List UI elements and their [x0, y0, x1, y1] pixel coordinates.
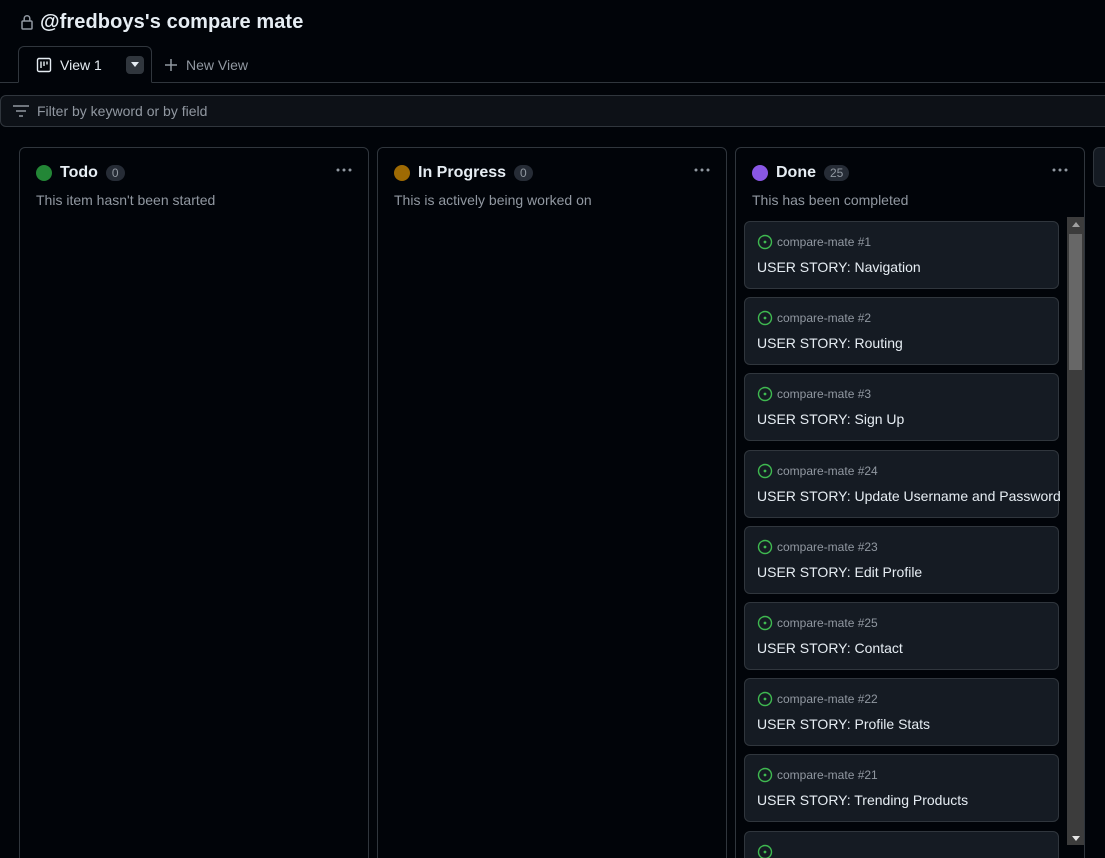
kebab-horizontal-icon: [1052, 168, 1068, 172]
card-meta: compare-mate #22: [757, 691, 878, 707]
new-view-label: New View: [186, 56, 248, 73]
issue-opened-icon: [757, 844, 773, 858]
board-icon: [36, 57, 52, 72]
card-repo-number: compare-mate #22: [777, 692, 878, 706]
view-tabs: View 1 New View: [0, 46, 1105, 83]
project-title: @fredboys's compare mate: [40, 10, 304, 33]
project-board-page: @fredboys's compare mate View 1 New View…: [0, 0, 1105, 858]
column-todo: Todo 0 This item hasn't been started: [19, 147, 369, 858]
issue-opened-icon: [757, 386, 773, 402]
card-repo-number: compare-mate #21: [777, 768, 878, 782]
issue-card[interactable]: compare-mate #24 USER STORY: Update User…: [744, 450, 1060, 518]
issue-card[interactable]: compare-mate #1 USER STORY: Navigation: [744, 221, 1059, 289]
status-dot-icon: [36, 165, 52, 181]
issue-card[interactable]: [744, 831, 1059, 858]
filter-input[interactable]: [37, 103, 637, 119]
column-count: 0: [105, 165, 125, 181]
card-meta: compare-mate #25: [757, 615, 878, 631]
card-list-scrollbar[interactable]: [1067, 217, 1084, 845]
column-name: Todo: [60, 164, 98, 181]
scroll-thumb[interactable]: [1069, 234, 1082, 370]
issue-card[interactable]: compare-mate #23 USER STORY: Edit Profil…: [744, 526, 1059, 594]
caret-down-icon: [130, 62, 139, 67]
column-count: 0: [514, 165, 533, 181]
card-title[interactable]: USER STORY: Profile Stats: [757, 716, 930, 732]
issue-opened-icon: [757, 463, 773, 479]
card-meta: compare-mate #23: [757, 539, 878, 555]
card-repo-number: compare-mate #3: [777, 387, 872, 401]
kebab-horizontal-icon: [694, 168, 710, 172]
lock-icon: [21, 15, 33, 30]
issue-card[interactable]: compare-mate #25 USER STORY: Contact: [744, 602, 1059, 670]
issue-opened-icon: [757, 691, 773, 707]
scroll-down-button[interactable]: [1067, 831, 1084, 845]
column-description: This is actively being worked on: [394, 192, 592, 208]
card-meta: [757, 844, 777, 858]
card-title[interactable]: USER STORY: Edit Profile: [757, 564, 922, 580]
column-menu-button[interactable]: [690, 160, 714, 180]
column-menu-button[interactable]: [1048, 160, 1072, 180]
column-in-progress: In Progress 0 This is actively being wor…: [377, 147, 727, 858]
filter-icon: [13, 105, 29, 117]
card-repo-number: compare-mate #2: [777, 311, 872, 325]
add-column-button[interactable]: [1093, 147, 1105, 187]
filter-bar: [0, 95, 1105, 127]
column-description: This has been completed: [752, 192, 909, 208]
card-meta: compare-mate #2: [757, 310, 871, 326]
column-menu-button[interactable]: [332, 160, 356, 180]
scroll-down-arrow-icon: [1071, 835, 1080, 841]
tab-view-1[interactable]: View 1: [18, 46, 152, 83]
issue-card[interactable]: compare-mate #2 USER STORY: Routing: [744, 297, 1059, 365]
column-name: Done: [776, 164, 816, 181]
card-title[interactable]: USER STORY: Routing: [757, 335, 903, 351]
issue-opened-icon: [757, 615, 773, 631]
column-count: 25: [824, 165, 850, 181]
tab-options-button[interactable]: [125, 55, 144, 74]
status-dot-icon: [752, 165, 768, 181]
card-repo-number: compare-mate #24: [777, 464, 878, 478]
card-title[interactable]: USER STORY: Navigation: [757, 259, 921, 275]
card-repo-number: compare-mate #25: [777, 616, 878, 630]
scroll-up-arrow-icon: [1071, 221, 1080, 227]
card-repo-number: compare-mate #1: [777, 235, 872, 249]
card-meta: compare-mate #1: [757, 234, 871, 250]
issue-card[interactable]: compare-mate #3 USER STORY: Sign Up: [744, 373, 1059, 441]
issue-card[interactable]: compare-mate #22 USER STORY: Profile Sta…: [744, 678, 1059, 746]
column-name: In Progress: [418, 164, 507, 181]
tab-label: View 1: [60, 56, 102, 73]
card-meta: compare-mate #3: [757, 386, 871, 402]
card-title[interactable]: USER STORY: Sign Up: [757, 411, 904, 427]
column-header: Done 25: [752, 164, 850, 182]
issue-opened-icon: [757, 539, 773, 555]
card-list: compare-mate #1 USER STORY: Navigation c…: [744, 221, 1060, 858]
kebab-horizontal-icon: [336, 168, 352, 172]
column-header: In Progress 0: [394, 164, 533, 182]
card-meta: compare-mate #24: [757, 463, 878, 479]
scroll-up-button[interactable]: [1067, 217, 1084, 231]
card-title[interactable]: USER STORY: Contact: [757, 640, 903, 656]
column-header: Todo 0: [36, 164, 125, 182]
issue-opened-icon: [757, 767, 773, 783]
project-header: @fredboys's compare mate: [20, 10, 303, 34]
card-title[interactable]: USER STORY: Trending Products: [757, 792, 968, 808]
column-description: This item hasn't been started: [36, 192, 216, 208]
new-view-button[interactable]: New View: [164, 46, 248, 83]
issue-opened-icon: [757, 310, 773, 326]
card-meta: compare-mate #21: [757, 767, 878, 783]
plus-icon: [165, 58, 177, 71]
card-title[interactable]: USER STORY: Update Username and Password: [757, 488, 1060, 504]
issue-opened-icon: [757, 234, 773, 250]
issue-card[interactable]: compare-mate #21 USER STORY: Trending Pr…: [744, 754, 1059, 822]
status-dot-icon: [394, 165, 410, 181]
column-done: Done 25 This has been completed compare-…: [735, 147, 1085, 858]
card-repo-number: compare-mate #23: [777, 540, 878, 554]
